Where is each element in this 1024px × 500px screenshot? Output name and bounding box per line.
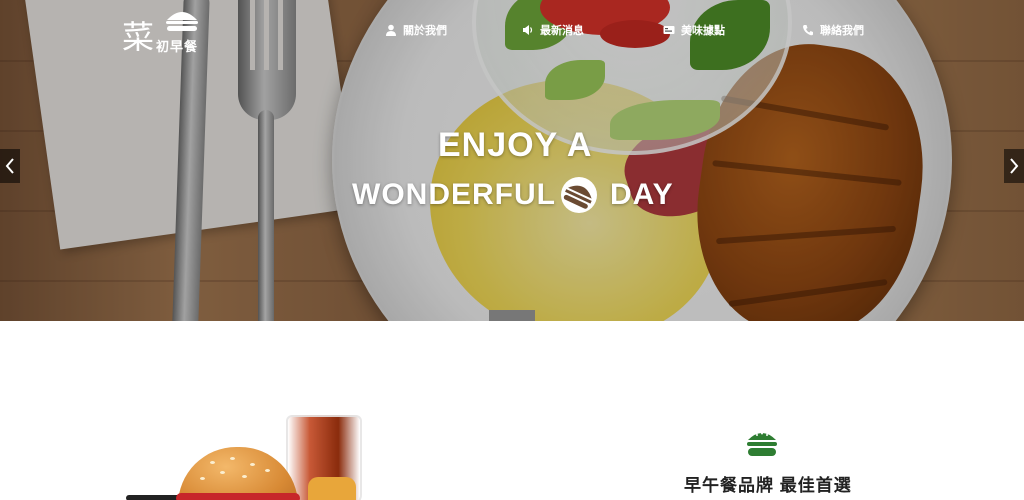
burger-meal-image	[120, 411, 380, 500]
nav-locations[interactable]: 美味據點	[663, 22, 725, 38]
user-icon	[386, 24, 396, 36]
logo-main-text: 菜	[122, 18, 155, 56]
chevron-left-icon	[5, 158, 14, 174]
nav-news[interactable]: 最新消息	[522, 22, 584, 38]
nav-locations-label: 美味據點	[681, 25, 725, 37]
nav-about-label: 關於我們	[403, 25, 447, 37]
brand-logo[interactable]: 菜 初早餐	[122, 6, 206, 56]
megaphone-icon	[523, 25, 533, 35]
nav-contact[interactable]: 聯絡我們	[802, 22, 864, 38]
brand-heading: 早午餐品牌 最佳首選	[684, 476, 852, 495]
hero-carousel: 菜 初早餐 關於我們 最新消息 美味據點 聯絡我們 ENJOY A WONDER…	[0, 0, 1024, 321]
hero-title-line1: ENJOY A	[438, 126, 593, 164]
carousel-prev-button[interactable]	[0, 149, 20, 183]
hero-title-line2-right: DAY	[610, 178, 674, 211]
title-burger-icon	[561, 177, 597, 213]
carousel-next-button[interactable]	[1004, 149, 1024, 183]
burger-icon	[747, 432, 777, 456]
logo-burger-icon	[166, 12, 198, 31]
nav-news-label: 最新消息	[540, 25, 584, 37]
logo-sub-text: 初早餐	[156, 39, 199, 54]
chevron-right-icon	[1010, 158, 1019, 174]
nav-about[interactable]: 關於我們	[385, 22, 447, 38]
id-card-icon	[663, 26, 675, 34]
intro-section: 早午餐品牌 最佳首選	[0, 321, 1024, 500]
hero-title-line2-left: WONDERFUL	[352, 178, 556, 211]
nav-contact-label: 聯絡我們	[820, 25, 864, 37]
phone-icon	[803, 25, 813, 36]
